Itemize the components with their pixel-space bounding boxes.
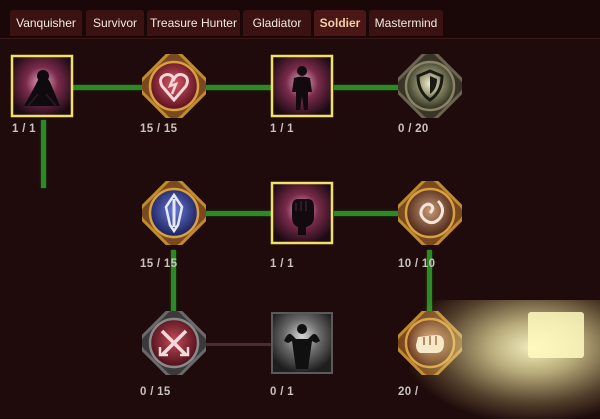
tab-gladiator[interactable]: Gladiator xyxy=(243,10,311,36)
link-champion-shield xyxy=(334,85,402,90)
light-glare-highlight xyxy=(528,312,584,358)
punch-fist-icon xyxy=(394,307,466,379)
tab-vanquisher[interactable]: Vanquisher xyxy=(10,10,82,36)
node-spiral[interactable] xyxy=(394,177,466,249)
link-crest-fist xyxy=(206,211,272,216)
crossed-swords-icon xyxy=(138,307,210,379)
points-punch: 20 / xyxy=(398,386,419,398)
arm-wrestle-icon xyxy=(10,54,74,118)
node-champion[interactable] xyxy=(270,54,334,118)
tab-soldier[interactable]: Soldier xyxy=(314,10,366,36)
node-arm-wrestle[interactable] xyxy=(10,54,74,118)
tab-mastermind[interactable]: Mastermind xyxy=(369,10,443,36)
node-sword-crest[interactable] xyxy=(138,177,210,249)
spiral-icon xyxy=(394,177,466,249)
node-shield[interactable] xyxy=(394,50,466,122)
points-spiral: 10 / 10 xyxy=(398,258,436,270)
points-crossed-swords: 0 / 15 xyxy=(140,386,171,398)
points-shield: 0 / 20 xyxy=(398,123,429,135)
tab-bar: Vanquisher Survivor Treasure Hunter Glad… xyxy=(0,0,600,39)
link-armwrestle-down xyxy=(41,120,46,188)
node-fist[interactable] xyxy=(270,181,334,245)
points-sword-crest: 15 / 15 xyxy=(140,258,178,270)
sword-crest-icon xyxy=(138,177,210,249)
points-flexing-figure: 0 / 1 xyxy=(270,386,294,398)
link-swords-flexing xyxy=(206,343,272,346)
link-heart-champion xyxy=(206,85,272,90)
node-heart-emblem[interactable] xyxy=(138,50,210,122)
heart-emblem-icon xyxy=(138,50,210,122)
points-heart-emblem: 15 / 15 xyxy=(140,123,178,135)
link-armwrestle-heart xyxy=(72,85,144,90)
points-arm-wrestle: 1 / 1 xyxy=(12,123,36,135)
raised-fist-icon xyxy=(270,181,334,245)
flexing-figure-icon xyxy=(271,312,333,374)
link-fist-spiral xyxy=(334,211,402,216)
points-fist: 1 / 1 xyxy=(270,258,294,270)
tab-treasure-hunter[interactable]: Treasure Hunter xyxy=(147,10,240,36)
node-crossed-swords[interactable] xyxy=(138,307,210,379)
node-punch[interactable] xyxy=(394,307,466,379)
shield-icon xyxy=(394,50,466,122)
node-flexing-figure[interactable] xyxy=(270,311,334,375)
points-champion: 1 / 1 xyxy=(270,123,294,135)
champion-figure-icon xyxy=(270,54,334,118)
tab-survivor[interactable]: Survivor xyxy=(86,10,144,36)
